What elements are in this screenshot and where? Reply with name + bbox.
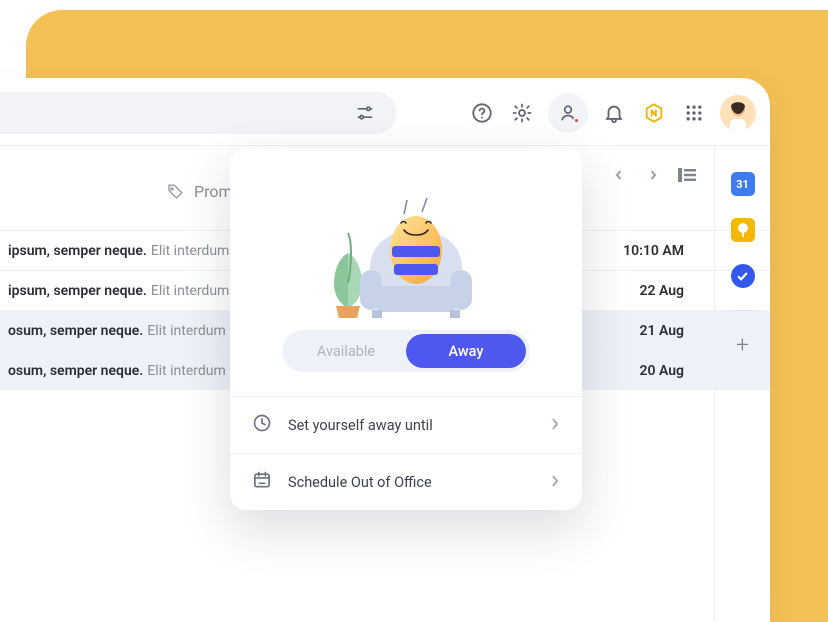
rail-divider: [731, 310, 755, 311]
schedule-ooo-option[interactable]: Schedule Out of Office: [230, 454, 582, 510]
message-time: 10:10 AM: [623, 243, 684, 259]
option-label: Schedule Out of Office: [288, 474, 432, 491]
apps-grid-icon[interactable]: [680, 99, 708, 127]
status-available-option[interactable]: Available: [286, 334, 406, 368]
notifications-icon[interactable]: [600, 99, 628, 127]
tag-icon: [166, 183, 184, 201]
header-actions: [468, 92, 756, 134]
presence-popover: Available Away Set yourself away until S…: [230, 148, 582, 510]
settings-icon[interactable]: [508, 99, 536, 127]
message-subject-bold: osum, semper neque.: [8, 363, 143, 379]
away-illustration: [230, 148, 582, 318]
clock-icon: [252, 413, 274, 437]
message-subject-rest: Elit interdum: [147, 363, 225, 379]
rail-calendar-icon[interactable]: 31: [731, 172, 755, 196]
pagination-controls: [608, 164, 698, 186]
app-header: [0, 78, 770, 146]
brand-hex-icon[interactable]: [640, 99, 668, 127]
option-label: Set yourself away until: [288, 417, 433, 434]
message-subject-rest: Elit interdum: [147, 323, 225, 339]
message-time: 22 Aug: [639, 283, 684, 299]
account-avatar[interactable]: [720, 95, 756, 131]
rail-tasks-icon[interactable]: [731, 264, 755, 288]
message-subject-bold: osum, semper neque.: [8, 323, 143, 339]
message-subject-bold: ipsum, semper neque.: [8, 283, 147, 299]
set-away-until-option[interactable]: Set yourself away until: [230, 397, 582, 453]
search-bar[interactable]: [0, 92, 397, 134]
presence-status-dot: [573, 117, 580, 124]
status-away-option[interactable]: Away: [406, 334, 526, 368]
tune-icon[interactable]: [351, 99, 379, 127]
status-segmented-control: Available Away: [282, 330, 530, 372]
message-time: 21 Aug: [639, 323, 684, 339]
message-subject-rest: Elit interdum: [151, 243, 229, 259]
side-rail: 31 +: [714, 146, 770, 622]
message-subject-bold: ipsum, semper neque.: [8, 243, 147, 259]
prev-page-button[interactable]: [608, 164, 630, 186]
chevron-right-icon: [550, 417, 560, 434]
chevron-right-icon: [550, 474, 560, 491]
split-pane-icon[interactable]: [676, 164, 698, 186]
rail-keep-icon[interactable]: [731, 218, 755, 242]
message-subject-rest: Elit interdum: [151, 283, 229, 299]
message-time: 20 Aug: [639, 363, 684, 379]
next-page-button[interactable]: [642, 164, 664, 186]
rail-add-button[interactable]: +: [736, 333, 748, 358]
app-window: Promo ipsum, semper neque.Elit interdum1…: [0, 78, 770, 622]
calendar-icon: [252, 470, 274, 494]
presence-icon[interactable]: [548, 93, 588, 133]
help-icon[interactable]: [468, 99, 496, 127]
